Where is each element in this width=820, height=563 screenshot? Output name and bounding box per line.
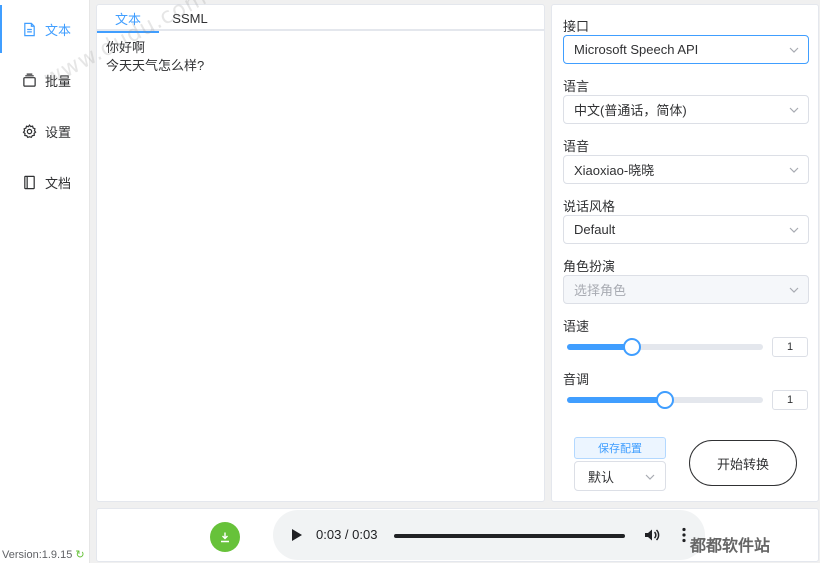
api-select[interactable]: Microsoft Speech API (563, 35, 809, 64)
chevron-down-icon (789, 47, 799, 53)
rate-slider-thumb[interactable] (622, 338, 641, 356)
chevron-down-icon (789, 287, 799, 293)
pitch-slider-thumb[interactable] (656, 391, 674, 409)
rate-label: 语速 (563, 319, 590, 334)
preset-select[interactable]: 默认 (574, 461, 666, 491)
stack-icon (23, 73, 36, 87)
pitch-input[interactable]: 1 (772, 390, 808, 410)
style-label: 说话风格 (563, 199, 616, 214)
rate-slider[interactable] (567, 338, 763, 356)
sidebar-item-label: 文本 (45, 22, 72, 38)
sidebar-item-label: 文档 (45, 175, 72, 191)
sidebar-item-label: 设置 (45, 124, 72, 140)
language-label: 语言 (563, 79, 590, 94)
role-select[interactable]: 选择角色 (563, 275, 809, 304)
document-icon (24, 22, 35, 36)
text-editor[interactable]: 你好啊 今天天气怎么样? (97, 31, 544, 83)
chevron-down-icon (789, 227, 799, 233)
download-icon (221, 532, 229, 543)
playback-time: 0:03 / 0:03 (316, 527, 378, 542)
voice-select[interactable]: Xiaoxiao-晓晓 (563, 155, 809, 184)
chevron-down-icon (645, 474, 655, 480)
pitch-slider[interactable] (567, 391, 763, 409)
rate-input[interactable]: 1 (772, 337, 808, 357)
language-select[interactable]: 中文(普通话，简体) (563, 95, 809, 124)
sidebar-item-text[interactable]: 文本 (0, 5, 90, 53)
book-icon (24, 175, 35, 189)
style-select[interactable]: Default (563, 215, 809, 244)
refresh-icon[interactable]: ↻ (75, 548, 84, 561)
voice-label: 语音 (563, 139, 590, 154)
role-label: 角色扮演 (563, 259, 616, 274)
download-button[interactable] (210, 522, 240, 552)
sidebar-item-settings[interactable]: 设置 (0, 107, 90, 155)
play-icon[interactable] (291, 528, 303, 542)
audio-player: 0:03 / 0:03 (273, 510, 705, 560)
playback-progress[interactable] (394, 534, 625, 538)
text-panel: 文本 SSML 你好啊 今天天气怎么样? (96, 4, 545, 502)
sidebar: 文本 批量 设置 文档 Version:1.9.15 ↻ (0, 0, 90, 563)
chevron-down-icon (789, 107, 799, 113)
rate-slider-fill (567, 344, 632, 350)
pitch-slider-fill (567, 397, 665, 403)
save-config-button[interactable]: 保存配置 (574, 437, 666, 459)
gear-icon (22, 123, 37, 138)
start-convert-button[interactable]: 开始转换 (689, 440, 797, 486)
chevron-down-icon (789, 167, 799, 173)
pitch-label: 音调 (563, 372, 590, 387)
sidebar-item-docs[interactable]: 文档 (0, 158, 90, 206)
api-label: 接口 (563, 19, 590, 34)
watermark-brand: 都都软件站 (690, 538, 771, 555)
version-label: Version:1.9.15 ↻ (2, 548, 85, 562)
volume-icon[interactable] (643, 526, 661, 544)
settings-panel: 接口 Microsoft Speech API 语言 中文(普通话，简体) 语音… (551, 4, 819, 502)
